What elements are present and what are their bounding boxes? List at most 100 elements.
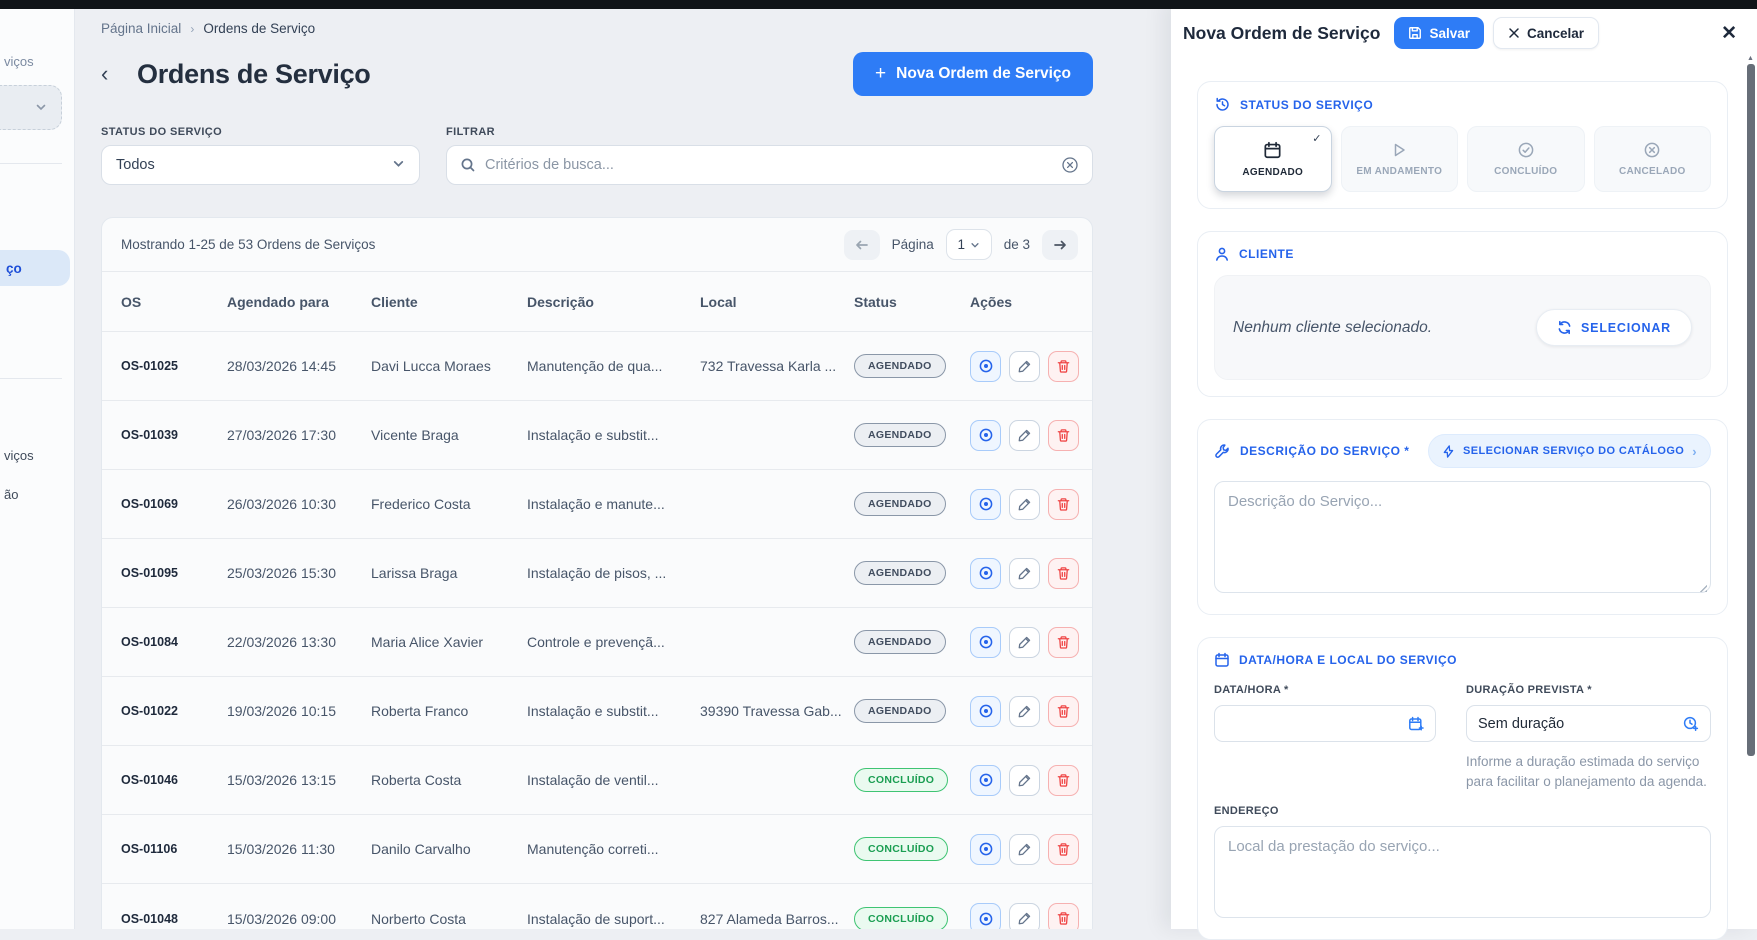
- order-scheduled: 19/03/2026 10:15: [227, 703, 371, 719]
- view-button[interactable]: [970, 558, 1001, 589]
- service-description-textarea[interactable]: [1214, 481, 1711, 593]
- select-catalog-service-button[interactable]: SELECIONAR SERVIÇO DO CATÁLOGO ›: [1428, 434, 1711, 468]
- new-order-button[interactable]: + Nova Ordem de Serviço: [853, 52, 1093, 96]
- order-client: Davi Lucca Moraes: [371, 358, 527, 374]
- wrench-icon: [1214, 443, 1231, 460]
- back-button[interactable]: ‹: [101, 61, 127, 87]
- delete-button[interactable]: [1048, 765, 1079, 796]
- clear-search-icon[interactable]: [1061, 156, 1079, 174]
- pencil-icon: [1017, 497, 1032, 512]
- order-description: Manutenção correti...: [527, 841, 700, 857]
- edit-button[interactable]: [1009, 627, 1040, 658]
- order-location: 827 Alameda Barros...: [700, 911, 854, 927]
- sidebar-dropdown[interactable]: [0, 85, 62, 130]
- order-client: Danilo Carvalho: [371, 841, 527, 857]
- sidebar-item-active[interactable]: ço: [0, 250, 70, 286]
- duration-help-text: Informe a duração estimada do serviço pa…: [1466, 752, 1711, 791]
- previous-page-button[interactable]: [844, 230, 880, 260]
- delete-button[interactable]: [1048, 696, 1079, 727]
- sidebar-item[interactable]: ão: [4, 487, 18, 502]
- edit-button[interactable]: [1009, 765, 1040, 796]
- column-header-3: Descrição: [527, 294, 700, 310]
- trash-icon: [1056, 497, 1071, 512]
- order-description: Instalação e substit...: [527, 427, 700, 443]
- select-client-button[interactable]: SELECIONAR: [1536, 309, 1692, 346]
- column-header-4: Local: [700, 294, 854, 310]
- datetime-input[interactable]: [1214, 705, 1436, 742]
- view-button[interactable]: [970, 696, 1001, 727]
- breadcrumb: Página Inicial › Ordens de Serviço: [101, 21, 1093, 36]
- edit-button[interactable]: [1009, 558, 1040, 589]
- edit-button[interactable]: [1009, 489, 1040, 520]
- x-circle-icon: [1643, 141, 1661, 159]
- status-badge: CONCLUÍDO: [854, 907, 948, 930]
- scrollbar-thumb[interactable]: [1747, 64, 1755, 756]
- trash-icon: [1056, 635, 1071, 650]
- calendar-plus-icon[interactable]: [1408, 716, 1424, 732]
- page-select[interactable]: 1: [946, 229, 992, 260]
- status-option-em-andamento[interactable]: EM ANDAMENTO: [1341, 126, 1459, 192]
- play-icon: [1390, 141, 1408, 159]
- order-id: OS-01106: [121, 842, 227, 856]
- save-icon: [1408, 26, 1422, 40]
- order-description: Instalação e manute...: [527, 496, 700, 512]
- breadcrumb-home[interactable]: Página Inicial: [101, 21, 181, 36]
- view-button[interactable]: [970, 627, 1001, 658]
- view-button[interactable]: [970, 834, 1001, 865]
- panel-scrollbar[interactable]: ▲: [1746, 55, 1756, 929]
- status-option-concluído[interactable]: CONCLUÍDO: [1467, 126, 1585, 192]
- description-section-title: DESCRIÇÃO DO SERVIÇO *: [1240, 444, 1409, 458]
- view-button[interactable]: [970, 765, 1001, 796]
- table-row: OS-0106926/03/2026 10:30Frederico CostaI…: [102, 470, 1092, 539]
- view-button[interactable]: [970, 903, 1001, 929]
- sidebar-item-label: ço: [6, 261, 22, 276]
- lightning-icon: [1442, 445, 1455, 458]
- close-panel-icon[interactable]: ✕: [1721, 22, 1737, 45]
- eye-icon: [978, 841, 994, 857]
- duration-label: DURAÇÃO PREVISTA *: [1466, 684, 1711, 696]
- view-button[interactable]: [970, 351, 1001, 382]
- next-page-button[interactable]: [1042, 230, 1078, 260]
- view-button[interactable]: [970, 420, 1001, 451]
- order-scheduled: 15/03/2026 11:30: [227, 841, 371, 857]
- filter-label: FILTRAR: [446, 126, 495, 138]
- status-option-cancelado[interactable]: CANCELADO: [1594, 126, 1712, 192]
- address-textarea[interactable]: [1214, 826, 1711, 918]
- status-badge: AGENDADO: [854, 492, 946, 516]
- edit-button[interactable]: [1009, 696, 1040, 727]
- pencil-icon: [1017, 704, 1032, 719]
- delete-button[interactable]: [1048, 903, 1079, 929]
- order-id: OS-01025: [121, 359, 227, 373]
- datetime-label: DATA/HORA *: [1214, 684, 1436, 696]
- pencil-icon: [1017, 773, 1032, 788]
- page-title: Ordens de Serviço: [137, 59, 371, 90]
- status-filter-select[interactable]: Todos: [101, 145, 420, 185]
- edit-button[interactable]: [1009, 420, 1040, 451]
- order-client: Roberta Costa: [371, 772, 527, 788]
- scrollbar-up-arrow[interactable]: ▲: [1747, 55, 1754, 62]
- sidebar-item[interactable]: viços: [4, 448, 34, 463]
- order-id: OS-01039: [121, 428, 227, 442]
- edit-button[interactable]: [1009, 903, 1040, 929]
- edit-button[interactable]: [1009, 834, 1040, 865]
- order-scheduled: 15/03/2026 09:00: [227, 911, 371, 927]
- delete-button[interactable]: [1048, 420, 1079, 451]
- cancel-button[interactable]: Cancelar: [1493, 17, 1599, 49]
- edit-button[interactable]: [1009, 351, 1040, 382]
- order-description: Instalação de ventil...: [527, 772, 700, 788]
- eye-icon: [978, 703, 994, 719]
- duration-input[interactable]: Sem duração: [1466, 705, 1711, 742]
- order-scheduled: 15/03/2026 13:15: [227, 772, 371, 788]
- eye-icon: [978, 496, 994, 512]
- save-button[interactable]: Salvar: [1394, 17, 1484, 49]
- delete-button[interactable]: [1048, 558, 1079, 589]
- table-row: OS-0104615/03/2026 13:15Roberta CostaIns…: [102, 746, 1092, 815]
- view-button[interactable]: [970, 489, 1001, 520]
- clock-plus-icon[interactable]: [1683, 716, 1699, 732]
- delete-button[interactable]: [1048, 627, 1079, 658]
- delete-button[interactable]: [1048, 351, 1079, 382]
- search-input[interactable]: [485, 157, 1052, 173]
- delete-button[interactable]: [1048, 834, 1079, 865]
- delete-button[interactable]: [1048, 489, 1079, 520]
- status-option-agendado[interactable]: ✓AGENDADO: [1214, 126, 1332, 192]
